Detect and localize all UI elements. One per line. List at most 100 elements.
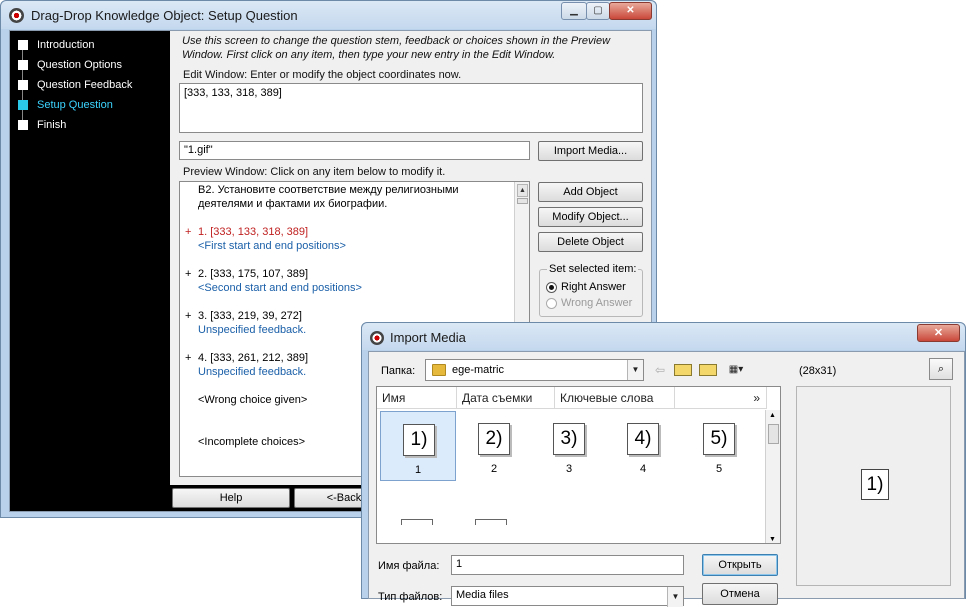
maximize-button[interactable]: ▢ [586, 2, 610, 20]
open-button[interactable]: Открыть [702, 554, 778, 576]
wrong-answer-label[interactable]: Wrong Answer [561, 297, 632, 309]
title-bar[interactable]: Drag-Drop Knowledge Object: Setup Questi… [1, 1, 656, 29]
column-header-date[interactable]: Дата съемки [457, 387, 555, 409]
add-object-button[interactable]: Add Object [538, 182, 643, 202]
image-preview: 1) [861, 469, 889, 500]
dialog-close-button[interactable]: ✕ [917, 324, 960, 342]
folder-icon [432, 364, 446, 376]
partial-thumbnail [475, 519, 507, 525]
import-media-dialog: Import Media ✕ Папка: ege-matric ▼ ⇦ ▦▾ … [361, 322, 966, 607]
dialog-title: Import Media [390, 330, 466, 345]
scroll-thumb[interactable] [517, 198, 528, 204]
step-label: Question Feedback [37, 79, 133, 91]
partial-thumbnail [401, 519, 433, 525]
filetype-select[interactable]: Media files ▼ [451, 586, 684, 607]
step-label: Question Options [37, 59, 122, 71]
up-folder-icon[interactable] [674, 364, 692, 376]
expand-plus-icon: + [185, 310, 192, 322]
right-answer-radio[interactable] [546, 282, 557, 293]
choice-feedback-3[interactable]: Unspecified feedback. [198, 324, 306, 336]
file-thumbnail[interactable]: 4) 4 [605, 411, 681, 481]
image-thumbnail: 3) [553, 423, 585, 455]
wrong-answer-radio[interactable] [546, 298, 557, 309]
incomplete-choices-feedback[interactable]: <Incomplete choices> [198, 436, 305, 448]
scroll-up-icon[interactable]: ▲ [769, 412, 776, 419]
question-stem-line[interactable]: деятелями и фактами их биографии. [198, 198, 387, 210]
file-caption: 3 [565, 463, 573, 475]
window-title: Drag-Drop Knowledge Object: Setup Questi… [31, 8, 298, 23]
wrong-choice-feedback[interactable]: <Wrong choice given> [198, 394, 307, 406]
folder-name: ege-matric [452, 364, 504, 376]
folder-label: Папка: [381, 365, 416, 377]
step-marker-icon [18, 80, 28, 90]
image-thumbnail: 1) [403, 424, 435, 456]
file-thumbnail[interactable]: 2) 2 [456, 411, 532, 481]
minimize-button[interactable]: ▁ [561, 2, 587, 20]
group-title: Set selected item: [547, 263, 639, 275]
import-media-button[interactable]: Import Media... [538, 141, 643, 161]
file-list[interactable]: Имя Дата съемки Ключевые слова » 1) 1 2)… [376, 386, 781, 544]
file-thumbnail[interactable]: 5) 5 [681, 411, 757, 481]
dialog-body: Папка: ege-matric ▼ ⇦ ▦▾ (28x31) ⌕ Имя Д… [368, 351, 965, 607]
file-caption: 1 [414, 464, 422, 476]
file-caption: 4 [639, 463, 647, 475]
file-list-scrollbar[interactable]: ▲ ▼ [765, 410, 780, 543]
preview-magnifier-icon[interactable]: ⌕ [929, 358, 953, 380]
file-caption: 5 [715, 463, 723, 475]
wizard-steps-sidebar: Introduction Question Options Question F… [10, 31, 170, 511]
new-folder-icon[interactable] [699, 364, 717, 376]
step-label: Introduction [37, 39, 95, 51]
step-label: Finish [37, 119, 67, 131]
image-thumbnail: 2) [478, 423, 510, 455]
expand-plus-icon: + [185, 226, 192, 238]
help-button[interactable]: Help [172, 488, 290, 508]
expand-plus-icon: + [185, 352, 192, 364]
scroll-up-icon[interactable]: ▲ [517, 184, 528, 197]
file-thumbnail[interactable]: 3) 3 [531, 411, 607, 481]
choice-feedback-2[interactable]: <Second start and end positions> [198, 282, 362, 294]
back-arrow-icon[interactable]: ⇦ [652, 363, 668, 377]
delete-object-button[interactable]: Delete Object [538, 232, 643, 252]
edit-window-textarea[interactable]: [333, 133, 318, 389] [179, 83, 643, 133]
media-file-field[interactable]: "1.gif" [179, 141, 530, 160]
more-columns-icon[interactable]: » [675, 387, 767, 409]
choice-item-2[interactable]: 2. [333, 175, 107, 389] [198, 268, 308, 280]
question-stem-line[interactable]: В2. Установите соответствие между религи… [198, 184, 459, 196]
step-label: Setup Question [37, 99, 113, 111]
image-thumbnail: 5) [703, 423, 735, 455]
instructions-text: Use this screen to change the question s… [182, 35, 611, 61]
column-header-keywords[interactable]: Ключевые слова [555, 387, 675, 409]
step-marker-icon [18, 120, 28, 130]
filetype-value: Media files [456, 589, 509, 601]
modify-object-button[interactable]: Modify Object... [538, 207, 643, 227]
choice-item-3[interactable]: 3. [333, 219, 39, 272] [198, 310, 302, 322]
edit-window-label: Edit Window: Enter or modify the object … [183, 69, 462, 81]
chevron-down-icon[interactable]: ▼ [667, 587, 683, 607]
scroll-down-icon[interactable]: ▼ [769, 536, 776, 543]
dialog-title-bar[interactable]: Import Media ✕ [362, 323, 965, 350]
close-button[interactable]: ✕ [609, 2, 652, 20]
expand-plus-icon: + [185, 268, 192, 280]
choice-feedback-1[interactable]: <First start and end positions> [198, 240, 346, 252]
app-icon [9, 8, 24, 23]
view-menu-icon[interactable]: ▦▾ [724, 363, 748, 377]
filename-input[interactable]: 1 [451, 555, 684, 575]
choice-feedback-4[interactable]: Unspecified feedback. [198, 366, 306, 378]
step-marker-icon [18, 100, 28, 110]
file-thumbnail[interactable]: 1) 1 [380, 411, 456, 481]
set-selected-item-group: Set selected item: Right Answer Wrong An… [539, 263, 643, 317]
filetype-label: Тип файлов: [378, 591, 443, 603]
folder-select[interactable]: ege-matric ▼ [425, 359, 644, 381]
scroll-thumb[interactable] [768, 424, 779, 444]
preview-window-label: Preview Window: Click on any item below … [183, 166, 446, 178]
image-size-label: (28x31) [799, 365, 837, 377]
app-icon [370, 331, 384, 345]
right-answer-label[interactable]: Right Answer [561, 281, 626, 293]
chevron-down-icon[interactable]: ▼ [627, 360, 643, 380]
choice-item-4[interactable]: 4. [333, 261, 212, 389] [198, 352, 308, 364]
image-preview-pane: 1) [796, 386, 951, 586]
column-header-name[interactable]: Имя [377, 387, 457, 409]
choice-item-1[interactable]: 1. [333, 133, 318, 389] [198, 226, 308, 238]
cancel-button[interactable]: Отмена [702, 583, 778, 605]
filename-label: Имя файла: [378, 560, 440, 572]
